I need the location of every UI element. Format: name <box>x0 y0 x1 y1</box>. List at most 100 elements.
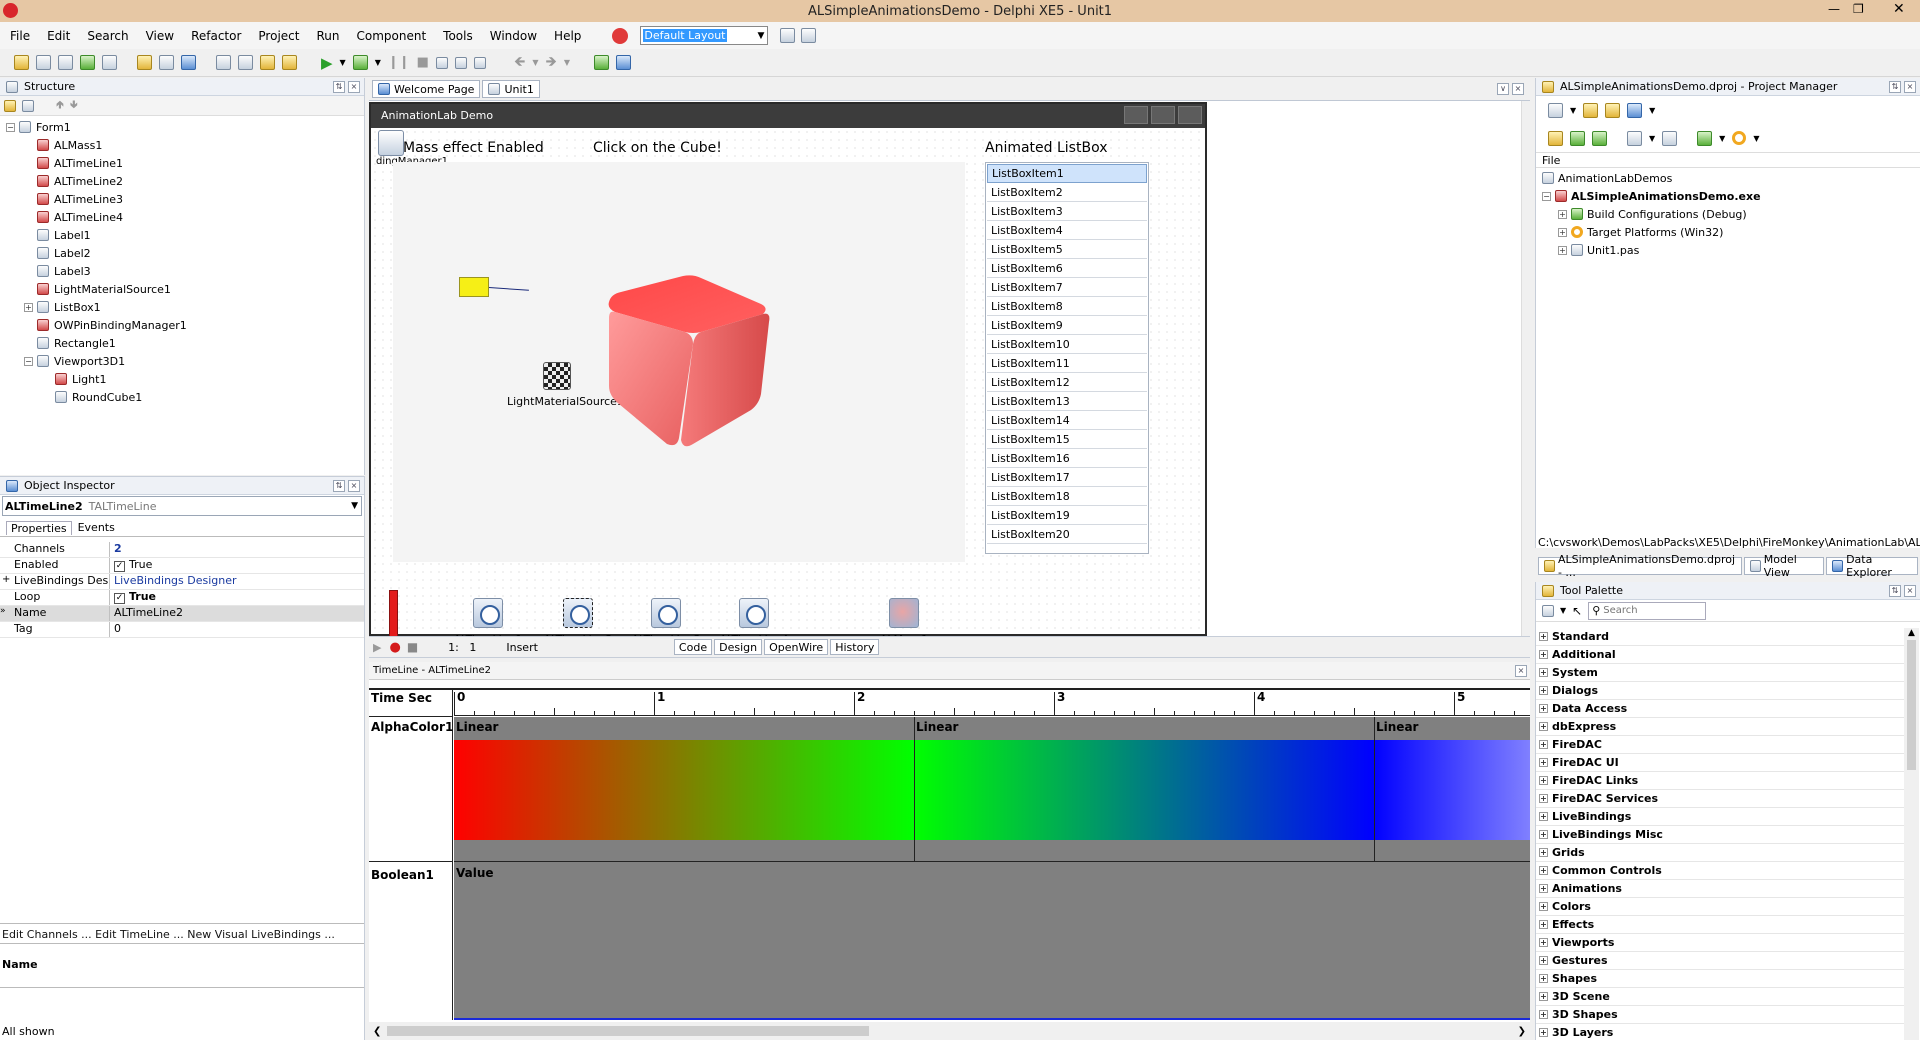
menu-view[interactable]: View <box>146 29 174 43</box>
property-value[interactable]: ✓ True <box>110 558 152 573</box>
menu-run[interactable]: Run <box>316 29 339 43</box>
menu-window[interactable]: Window <box>490 29 537 43</box>
structure-item[interactable]: ALTimeLine4 <box>0 208 364 226</box>
palette-search[interactable]: ⚲ <box>1588 601 1707 620</box>
label-click-cube[interactable]: Click on the Cube! <box>593 140 722 156</box>
round-cube[interactable] <box>601 272 781 452</box>
expand-icon[interactable]: + <box>1539 956 1548 965</box>
expand-icon[interactable]: + <box>1539 866 1548 875</box>
almass1-component[interactable] <box>889 598 919 628</box>
tab-list-icon[interactable]: ∨ <box>1497 83 1509 95</box>
menu-tools[interactable]: Tools <box>443 29 473 43</box>
palette-category[interactable]: + System <box>1536 664 1906 682</box>
play-icon[interactable]: ▶ <box>373 641 381 654</box>
project-row[interactable]: − ALSimpleAnimationsDemo.exe <box>1536 187 1920 205</box>
property-row[interactable]: Tag 0 <box>0 622 364 638</box>
tab-data-explorer[interactable]: Data Explorer <box>1826 553 1918 579</box>
layout-settings-icon[interactable] <box>801 28 817 43</box>
tab-events[interactable]: Events <box>72 521 121 534</box>
listbox-item[interactable]: ListBoxItem16 <box>987 449 1147 468</box>
palette-category[interactable]: +3D Scene <box>1536 988 1906 1006</box>
inspector-object-selector[interactable]: ALTimeLine2 TALTimeLine ▼ <box>2 496 362 516</box>
sort-dropdown-icon[interactable]: ▼ <box>1649 134 1655 143</box>
menu-edit[interactable]: Edit <box>47 29 70 43</box>
listbox-item[interactable]: ListBoxItem17 <box>987 468 1147 487</box>
palette-category[interactable]: + Additional <box>1536 646 1906 664</box>
forward-icon[interactable]: 🡺 <box>545 51 556 75</box>
scroll-up-icon[interactable]: ▲ <box>1904 628 1919 638</box>
open-icon[interactable] <box>137 55 152 70</box>
listbox-item[interactable]: ListBoxItem1 <box>987 164 1147 183</box>
expand-icon[interactable]: + <box>1558 227 1567 237</box>
structure-item[interactable]: LightMaterialSource1 <box>0 280 364 298</box>
tab-project-manager[interactable]: ALSimpleAnimationsDemo.dproj - ... <box>1538 553 1743 579</box>
viewport3d[interactable]: LightMaterialSource1 <box>393 162 965 562</box>
expand-icon[interactable]: + <box>24 302 33 312</box>
delete-icon[interactable] <box>22 99 34 112</box>
expand-icon[interactable]: + <box>1539 884 1548 893</box>
listbox-item[interactable]: ListBoxItem19 <box>987 506 1147 525</box>
tab-openwire[interactable]: OpenWire <box>764 639 829 655</box>
reopen-icon[interactable] <box>159 55 174 70</box>
palette-category[interactable]: +3D Shapes <box>1536 1006 1906 1024</box>
checkbox[interactable]: ✓ <box>114 561 125 572</box>
expand-icon[interactable]: + <box>1558 245 1567 255</box>
palette-category[interactable]: + FireDAC Services <box>1536 790 1906 808</box>
pin-icon[interactable]: ⇅ <box>333 80 345 93</box>
label-mass-effect[interactable]: Mass effect Enabled <box>403 140 544 156</box>
close-icon[interactable]: × <box>1904 80 1916 93</box>
wizard-icon[interactable] <box>80 55 95 70</box>
build-configurations-row[interactable]: + Build Configurations (Debug) <box>1536 205 1920 223</box>
platform-icon[interactable] <box>1732 131 1747 145</box>
add-file-icon[interactable] <box>260 55 275 70</box>
expand-icon[interactable]: + <box>1539 848 1548 857</box>
listbox-item[interactable]: ListBoxItem15 <box>987 430 1147 449</box>
palette-search-input[interactable] <box>1603 605 1700 616</box>
palette-category[interactable]: + dbExpress <box>1536 718 1906 736</box>
menu-project[interactable]: Project <box>258 29 299 43</box>
structure-item[interactable]: Label1 <box>0 226 364 244</box>
property-row[interactable]: Enabled ✓ True <box>0 558 364 574</box>
form-maximize-button[interactable] <box>1151 106 1175 124</box>
target-platforms-row[interactable]: + Target Platforms (Win32) <box>1536 223 1920 241</box>
add-existing-icon[interactable] <box>1605 102 1621 118</box>
property-value[interactable]: 0 <box>110 622 121 637</box>
collapse-icon[interactable]: − <box>6 122 15 132</box>
expand-icon[interactable]: + <box>1539 776 1548 785</box>
altimeline1-component[interactable] <box>473 598 503 628</box>
structure-item[interactable]: ALTimeLine3 <box>0 190 364 208</box>
property-value[interactable]: ALTimeLine2 <box>110 606 183 621</box>
tab-unit1[interactable]: Unit1 <box>482 80 540 98</box>
expand-icon[interactable]: + <box>1539 1028 1548 1037</box>
expand-icon[interactable]: + <box>1539 992 1548 1001</box>
inspector-actions[interactable]: Edit Channels ... Edit TimeLine ... New … <box>0 924 364 944</box>
open-project-icon[interactable] <box>1583 102 1599 118</box>
listbox-item[interactable]: ListBoxItem10 <box>987 335 1147 354</box>
structure-item[interactable]: + ListBox1 <box>0 298 364 316</box>
expand-icon[interactable]: + <box>1539 938 1548 947</box>
sync-icon[interactable] <box>1548 130 1563 146</box>
altimeline4-component[interactable] <box>739 598 769 628</box>
form-close-button[interactable] <box>1178 106 1202 124</box>
scroll-left-icon[interactable]: ❮ <box>373 1026 381 1037</box>
tab-model-view[interactable]: Model View <box>1744 553 1825 579</box>
close-icon[interactable]: × <box>1515 664 1527 677</box>
back-dropdown-icon[interactable]: ▼ <box>532 58 538 67</box>
listbox-item[interactable]: ListBoxItem20 <box>987 525 1147 544</box>
structure-item[interactable]: Label2 <box>0 244 364 262</box>
pin-icon[interactable]: ⇅ <box>333 479 345 492</box>
desktop-icon[interactable] <box>612 27 629 44</box>
light-object[interactable] <box>459 277 489 297</box>
pin-icon[interactable]: ⇅ <box>1889 80 1901 93</box>
binding-manager-component[interactable] <box>378 130 404 156</box>
view-unit-icon[interactable] <box>238 55 253 70</box>
menu-file[interactable]: File <box>10 29 30 43</box>
palette-category[interactable]: +3D Layers <box>1536 1024 1906 1040</box>
tab-properties[interactable]: Properties <box>6 520 72 535</box>
folder-icon[interactable] <box>4 99 16 112</box>
channel-boolean1-name[interactable]: Boolean1 <box>371 868 434 882</box>
listbox-item[interactable]: ListBoxItem5 <box>987 240 1147 259</box>
palette-category[interactable]: + Shapes <box>1536 970 1906 988</box>
expand-icon[interactable]: + <box>2 574 10 585</box>
close-icon[interactable]: × <box>1512 83 1524 95</box>
